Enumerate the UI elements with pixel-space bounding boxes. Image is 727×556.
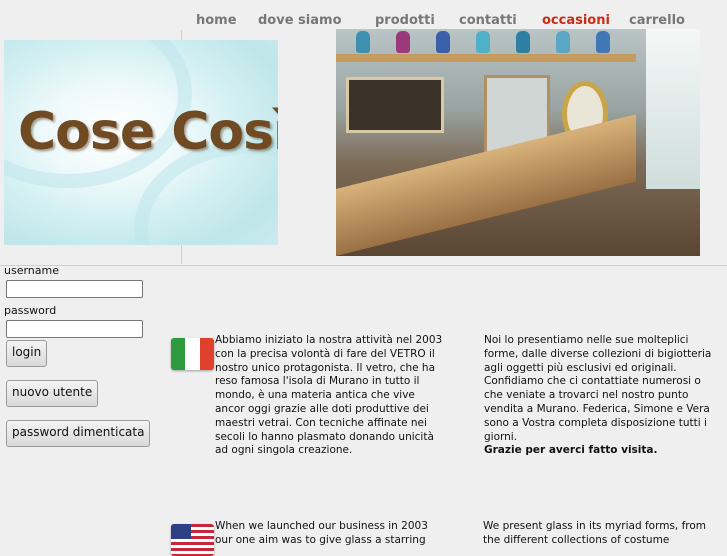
thanks-text: Grazie per averci fatto visita. xyxy=(484,444,658,457)
intro-text-italian-1: Abbiamo iniziato la nostra attività nel … xyxy=(215,334,443,457)
nav-link-dove-siamo[interactable]: dove siamo where we are xyxy=(258,13,343,28)
nav-link-occasioni[interactable]: occasioni xyxy=(542,13,610,28)
flag-stripe-white xyxy=(185,338,200,370)
password-input[interactable] xyxy=(6,320,143,338)
photo-window xyxy=(646,29,700,189)
intro-text-italian-2-body: Noi lo presentiamo nelle sue molteplici … xyxy=(484,334,712,443)
intro-text-english-1: When we launched our business in 2003 ou… xyxy=(215,520,428,546)
photo-glass-item xyxy=(476,31,490,53)
login-button[interactable]: login xyxy=(6,340,48,367)
photo-glass-item xyxy=(596,31,610,53)
shop-interior-photo xyxy=(336,29,700,256)
nav-link-carrello[interactable]: carrello xyxy=(629,13,685,28)
site-logo[interactable]: Cose Così xyxy=(4,40,278,245)
photo-glass-item xyxy=(516,31,530,53)
photo-frame xyxy=(346,77,444,133)
nav-link-contatti[interactable]: contatti xyxy=(459,13,517,28)
intro-text-english-2: We present glass in its myriad forms, fr… xyxy=(483,520,707,546)
new-user-button[interactable]: nuovo utente xyxy=(6,380,99,407)
intro-text-italian-2: Noi lo presentiamo nelle sue molteplici … xyxy=(484,334,716,458)
username-label: username xyxy=(4,264,59,277)
photo-shelf xyxy=(336,54,636,62)
nav-link-home[interactable]: home xyxy=(196,13,237,28)
logo-text: Cose Così xyxy=(18,102,278,162)
username-input[interactable] xyxy=(6,280,143,298)
login-form: username password xyxy=(4,264,174,344)
photo-glass-item xyxy=(356,31,370,53)
password-label: password xyxy=(4,304,57,317)
photo-glass-item xyxy=(436,31,450,53)
flag-stripe-red xyxy=(199,338,214,370)
us-flag-icon[interactable] xyxy=(171,524,214,556)
flag-stripe-green xyxy=(171,338,186,370)
photo-glass-item xyxy=(396,31,410,53)
flag-canton xyxy=(171,524,191,539)
nav-link-prodotti[interactable]: prodotti xyxy=(375,13,435,28)
italian-flag-icon[interactable] xyxy=(171,338,214,370)
photo-glass-item xyxy=(556,31,570,53)
forgot-password-button[interactable]: password dimenticata xyxy=(6,420,151,447)
